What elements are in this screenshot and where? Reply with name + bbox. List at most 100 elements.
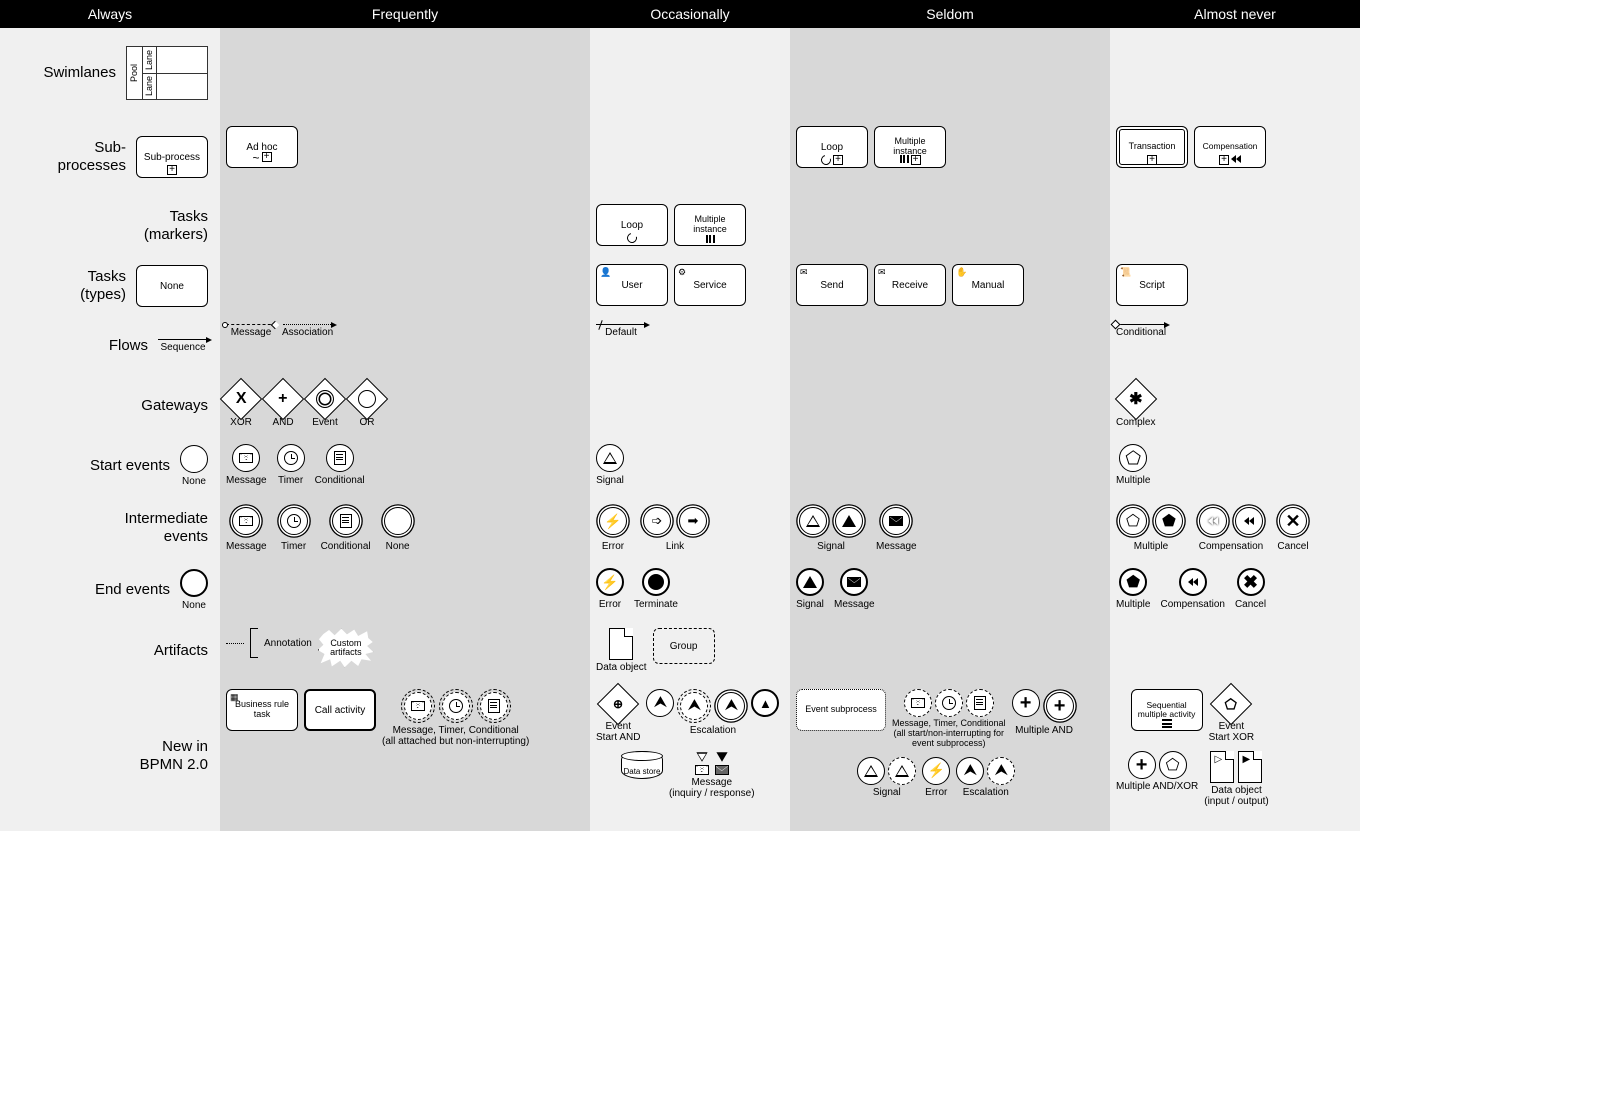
multiple-inter-catch-icon: ⬠ xyxy=(1119,507,1147,535)
cell xyxy=(220,28,590,118)
row-artifacts: Artifacts xyxy=(0,620,220,681)
cell: Signal Message xyxy=(790,496,1110,560)
seq-multi-icon: Sequential multiple activity xyxy=(1131,689,1203,731)
xor-gateway-icon: X xyxy=(220,378,262,420)
receive-task-icon: ✉Receive xyxy=(874,264,946,306)
es-conditional-icon xyxy=(966,689,994,717)
data-object-icon xyxy=(609,628,633,660)
cell xyxy=(220,256,590,316)
cell xyxy=(590,376,790,436)
cell: 👤User ⚙Service xyxy=(590,256,790,316)
escalation-es-start-icon: ⮝ xyxy=(956,757,984,785)
conditional-start-icon xyxy=(326,444,354,472)
conditional-flow-icon xyxy=(1116,324,1166,325)
col-frequently: Frequently xyxy=(220,0,590,28)
association-flow-icon xyxy=(283,324,333,325)
signal-es-ni-icon xyxy=(888,757,916,785)
row-swimlanes: Swimlanes Pool Lane Lane xyxy=(0,28,220,118)
conditional-inter-icon xyxy=(332,507,360,535)
cell xyxy=(790,28,1110,118)
cell xyxy=(1110,620,1360,681)
bpmn-frequency-matrix: Always Frequently Occasionally Seldom Al… xyxy=(0,0,1360,831)
cell xyxy=(220,560,590,620)
cell xyxy=(1110,196,1360,256)
cell: Data object Group xyxy=(590,620,790,681)
multi-subprocess-icon: Multiple instance + xyxy=(874,126,946,168)
data-store-icon: Data store xyxy=(621,751,663,779)
compensation-inter-catch-icon xyxy=(1199,507,1227,535)
cell: ⬠ ⬟ Multiple Compensation ✕Cancel xyxy=(1110,496,1360,560)
data-input-icon: ▷ xyxy=(1210,751,1234,783)
cell xyxy=(790,620,1110,681)
signal-es-start-icon xyxy=(857,757,885,785)
custom-artifact-icon: Custom artifacts xyxy=(318,628,374,668)
adhoc-icon: Ad hoc ~+ xyxy=(226,126,298,168)
cell: Annotation Custom artifacts xyxy=(220,620,590,681)
compensation-end-icon xyxy=(1179,568,1207,596)
escalation-end-icon: ▲ xyxy=(751,689,779,717)
and-gateway-icon: + xyxy=(262,378,304,420)
message-start-icon xyxy=(232,444,260,472)
cell: XXOR +AND Event OR xyxy=(220,376,590,436)
multiple-and-start-icon: + xyxy=(1012,689,1040,717)
multiple-and-xor-pent-icon: ⬠ xyxy=(1159,751,1187,779)
error-es-icon: ⚡ xyxy=(922,757,950,785)
row-intermediate-events: Intermediate events xyxy=(0,496,220,560)
sequence-flow-icon xyxy=(158,339,208,340)
group-icon: Group xyxy=(653,628,715,664)
cell: Default xyxy=(590,316,790,376)
multiple-end-icon: ⬟ xyxy=(1119,568,1147,596)
cell: Event subprocess Message, Timer, Conditi… xyxy=(790,681,1110,831)
signal-inter-catch-icon xyxy=(799,507,827,535)
multi-task-icon: Multiple instance xyxy=(674,204,746,246)
row-flows: Flows Sequence xyxy=(0,316,220,376)
cell: ✉Send ✉Receive ✋Manual xyxy=(790,256,1110,316)
business-rule-task-icon: ▦Business rule task xyxy=(226,689,298,731)
es-timer-icon xyxy=(935,689,963,717)
timer-start-icon xyxy=(277,444,305,472)
data-output-icon: ▶ xyxy=(1238,751,1262,783)
row-tasks-types: Tasks (types) None xyxy=(0,256,220,316)
cell: Loop + Multiple instance + xyxy=(790,118,1110,196)
cell: Message Timer Conditional None xyxy=(220,496,590,560)
link-throw-icon: ➡ xyxy=(679,507,707,535)
multiple-and-xor-plus-icon: + xyxy=(1128,751,1156,779)
cell: Transaction + Compensation + xyxy=(1110,118,1360,196)
complex-gateway-icon: ✱ xyxy=(1115,378,1157,420)
col-seldom: Seldom xyxy=(790,0,1110,28)
row-tasks-markers: Tasks (markers) xyxy=(0,196,220,256)
multiple-and-inter-icon: + xyxy=(1046,692,1074,720)
terminate-end-icon xyxy=(642,568,670,596)
col-occasionally: Occasionally xyxy=(590,0,790,28)
loop-task-icon: Loop xyxy=(596,204,668,246)
cell: Ad hoc ~+ xyxy=(220,118,590,196)
escalation-es-ni-icon: ⮝ xyxy=(987,757,1015,785)
row-gateways: Gateways xyxy=(0,376,220,436)
cell: ▦Business rule task Call activity Messag… xyxy=(220,681,590,831)
default-flow-icon xyxy=(596,324,646,325)
call-activity-icon: Call activity xyxy=(304,689,376,731)
message-flow-icon xyxy=(226,324,276,325)
none-end-icon xyxy=(180,569,208,597)
none-task-icon: None xyxy=(136,265,208,307)
compensation-subprocess-icon: Compensation + xyxy=(1194,126,1266,168)
cell: Message Timer Conditional xyxy=(220,436,590,496)
message-throw-icon xyxy=(882,507,910,535)
error-end-icon: ⚡ xyxy=(596,568,624,596)
script-task-icon: 📜Script xyxy=(1116,264,1188,306)
link-catch-icon: ➩ xyxy=(643,507,671,535)
cell xyxy=(1110,28,1360,118)
cell: Loop Multiple instance xyxy=(590,196,790,256)
escalation-ni-icon: ⮝ xyxy=(680,692,708,720)
cell xyxy=(220,196,590,256)
ni-timer-icon xyxy=(442,692,470,720)
ni-message-icon xyxy=(404,692,432,720)
row-end-events: End events None xyxy=(0,560,220,620)
cell xyxy=(590,28,790,118)
cell xyxy=(790,436,1110,496)
escalation-start-icon: ⮝ xyxy=(646,689,674,717)
multiple-inter-throw-icon: ⬟ xyxy=(1155,507,1183,535)
send-task-icon: ✉Send xyxy=(796,264,868,306)
none-inter-icon xyxy=(384,507,412,535)
cancel-end-icon: ✖ xyxy=(1237,568,1265,596)
